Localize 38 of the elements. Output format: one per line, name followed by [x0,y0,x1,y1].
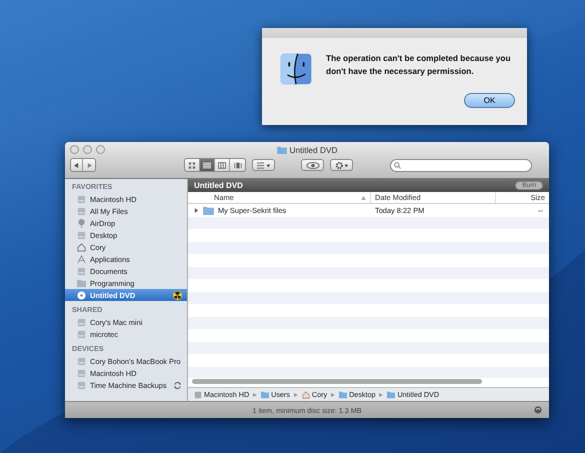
cover-flow-icon [234,162,242,168]
search-icon [394,162,401,168]
drive-icon [77,368,86,378]
arrange-button[interactable] [252,159,275,171]
back-icon [74,162,79,168]
path-separator-icon [294,392,298,396]
folder-icon [276,146,287,154]
path-separator-icon [253,392,258,396]
eye-icon [306,162,320,168]
action-button[interactable] [330,159,353,171]
folder-title: Untitled DVD [194,181,243,190]
folder-icon [387,390,396,398]
drive-icon [77,194,86,204]
folder-icon [261,390,270,398]
view-mode-button[interactable] [200,159,215,171]
list-lines-icon [203,162,211,168]
icon-grid-icon [188,162,196,168]
folder-icon [339,390,348,398]
view-mode-button[interactable] [215,159,230,171]
scroll-bar[interactable] [192,379,482,384]
disclosure-triangle-icon[interactable] [194,208,199,213]
forward-icon [86,162,92,168]
home-icon [302,390,310,398]
columns-icon [218,162,226,168]
alert-message: The operation can't be completed because you don't have the necessary permission. [326,52,512,77]
drive-icon [194,390,202,398]
quick-look-button[interactable] [301,159,324,171]
finder-face-icon [279,52,313,86]
path-separator-icon [331,392,336,396]
disc-icon [77,290,86,300]
ok-button[interactable]: OK [464,93,515,108]
search-field[interactable] [390,158,532,172]
home-icon [77,242,86,252]
window-title: Untitled DVD [290,145,338,155]
sort-arrow-icon [361,196,366,200]
path-separator-icon [379,392,384,396]
gear-icon [334,162,348,168]
arrange-grid-icon [256,162,270,168]
